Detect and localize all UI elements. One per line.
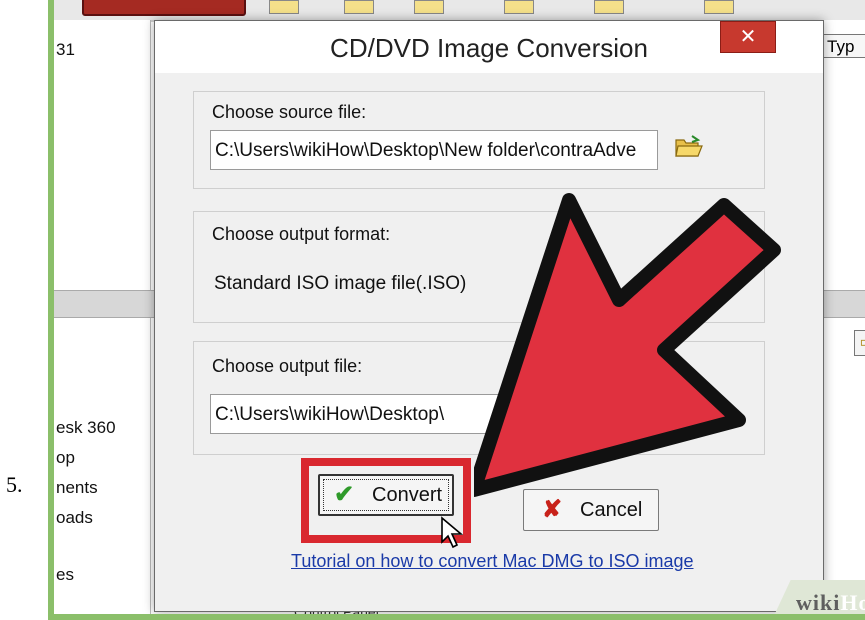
tutorial-link[interactable]: Tutorial on how to convert Mac DMG to IS… — [291, 551, 694, 572]
toolbar-button[interactable] — [269, 0, 299, 14]
source-file-group: Choose source file: C:\Users\wikiHow\Des… — [193, 91, 765, 189]
toolbar-button[interactable] — [704, 0, 734, 14]
dialog-title-bar[interactable]: CD/DVD Image Conversion ✕ — [155, 21, 823, 73]
folder-icon[interactable]: ▭ — [854, 330, 865, 356]
left-navigation-pane: 31 esk 360 op nents oads es — [54, 20, 151, 614]
left-pane-item[interactable]: op — [56, 448, 75, 468]
convert-label: Convert — [372, 484, 443, 506]
annotation-arrow-icon — [474, 193, 781, 497]
toolbar-button[interactable] — [344, 0, 374, 14]
toolbar-button[interactable] — [504, 0, 534, 14]
column-header-type[interactable]: Typ — [822, 34, 865, 58]
checkmark-icon: ✔ — [334, 481, 355, 508]
output-format-label: Choose output format: — [212, 224, 391, 244]
folder-open-icon[interactable] — [672, 134, 706, 164]
step-number: 5. — [6, 472, 23, 497]
source-file-input[interactable]: C:\Users\wikiHow\Desktop\New folder\cont… — [210, 130, 658, 170]
mouse-cursor-icon — [441, 516, 464, 549]
new-folder-button[interactable] — [82, 0, 246, 16]
left-pane-item[interactable]: esk 360 — [56, 418, 116, 438]
screenshot-frame: 31 esk 360 op nents oads es ize Typ ⟳ ▭ … — [48, 0, 865, 620]
left-pane-item[interactable]: 31 — [56, 40, 75, 60]
left-pane-item[interactable]: es — [56, 565, 74, 585]
background-toolbar — [54, 0, 865, 22]
source-file-label: Choose source file: — [212, 102, 367, 122]
wikihow-watermark: wikiHow — [796, 590, 865, 615]
toolbar-button[interactable] — [594, 0, 624, 14]
close-button[interactable]: ✕ — [720, 21, 776, 53]
left-pane-item[interactable]: oads — [56, 508, 93, 528]
toolbar-button[interactable] — [414, 0, 444, 14]
convert-button[interactable]: ✔ Convert — [318, 474, 454, 516]
left-pane-item[interactable]: nents — [56, 478, 98, 498]
output-file-label: Choose output file: — [212, 356, 363, 376]
